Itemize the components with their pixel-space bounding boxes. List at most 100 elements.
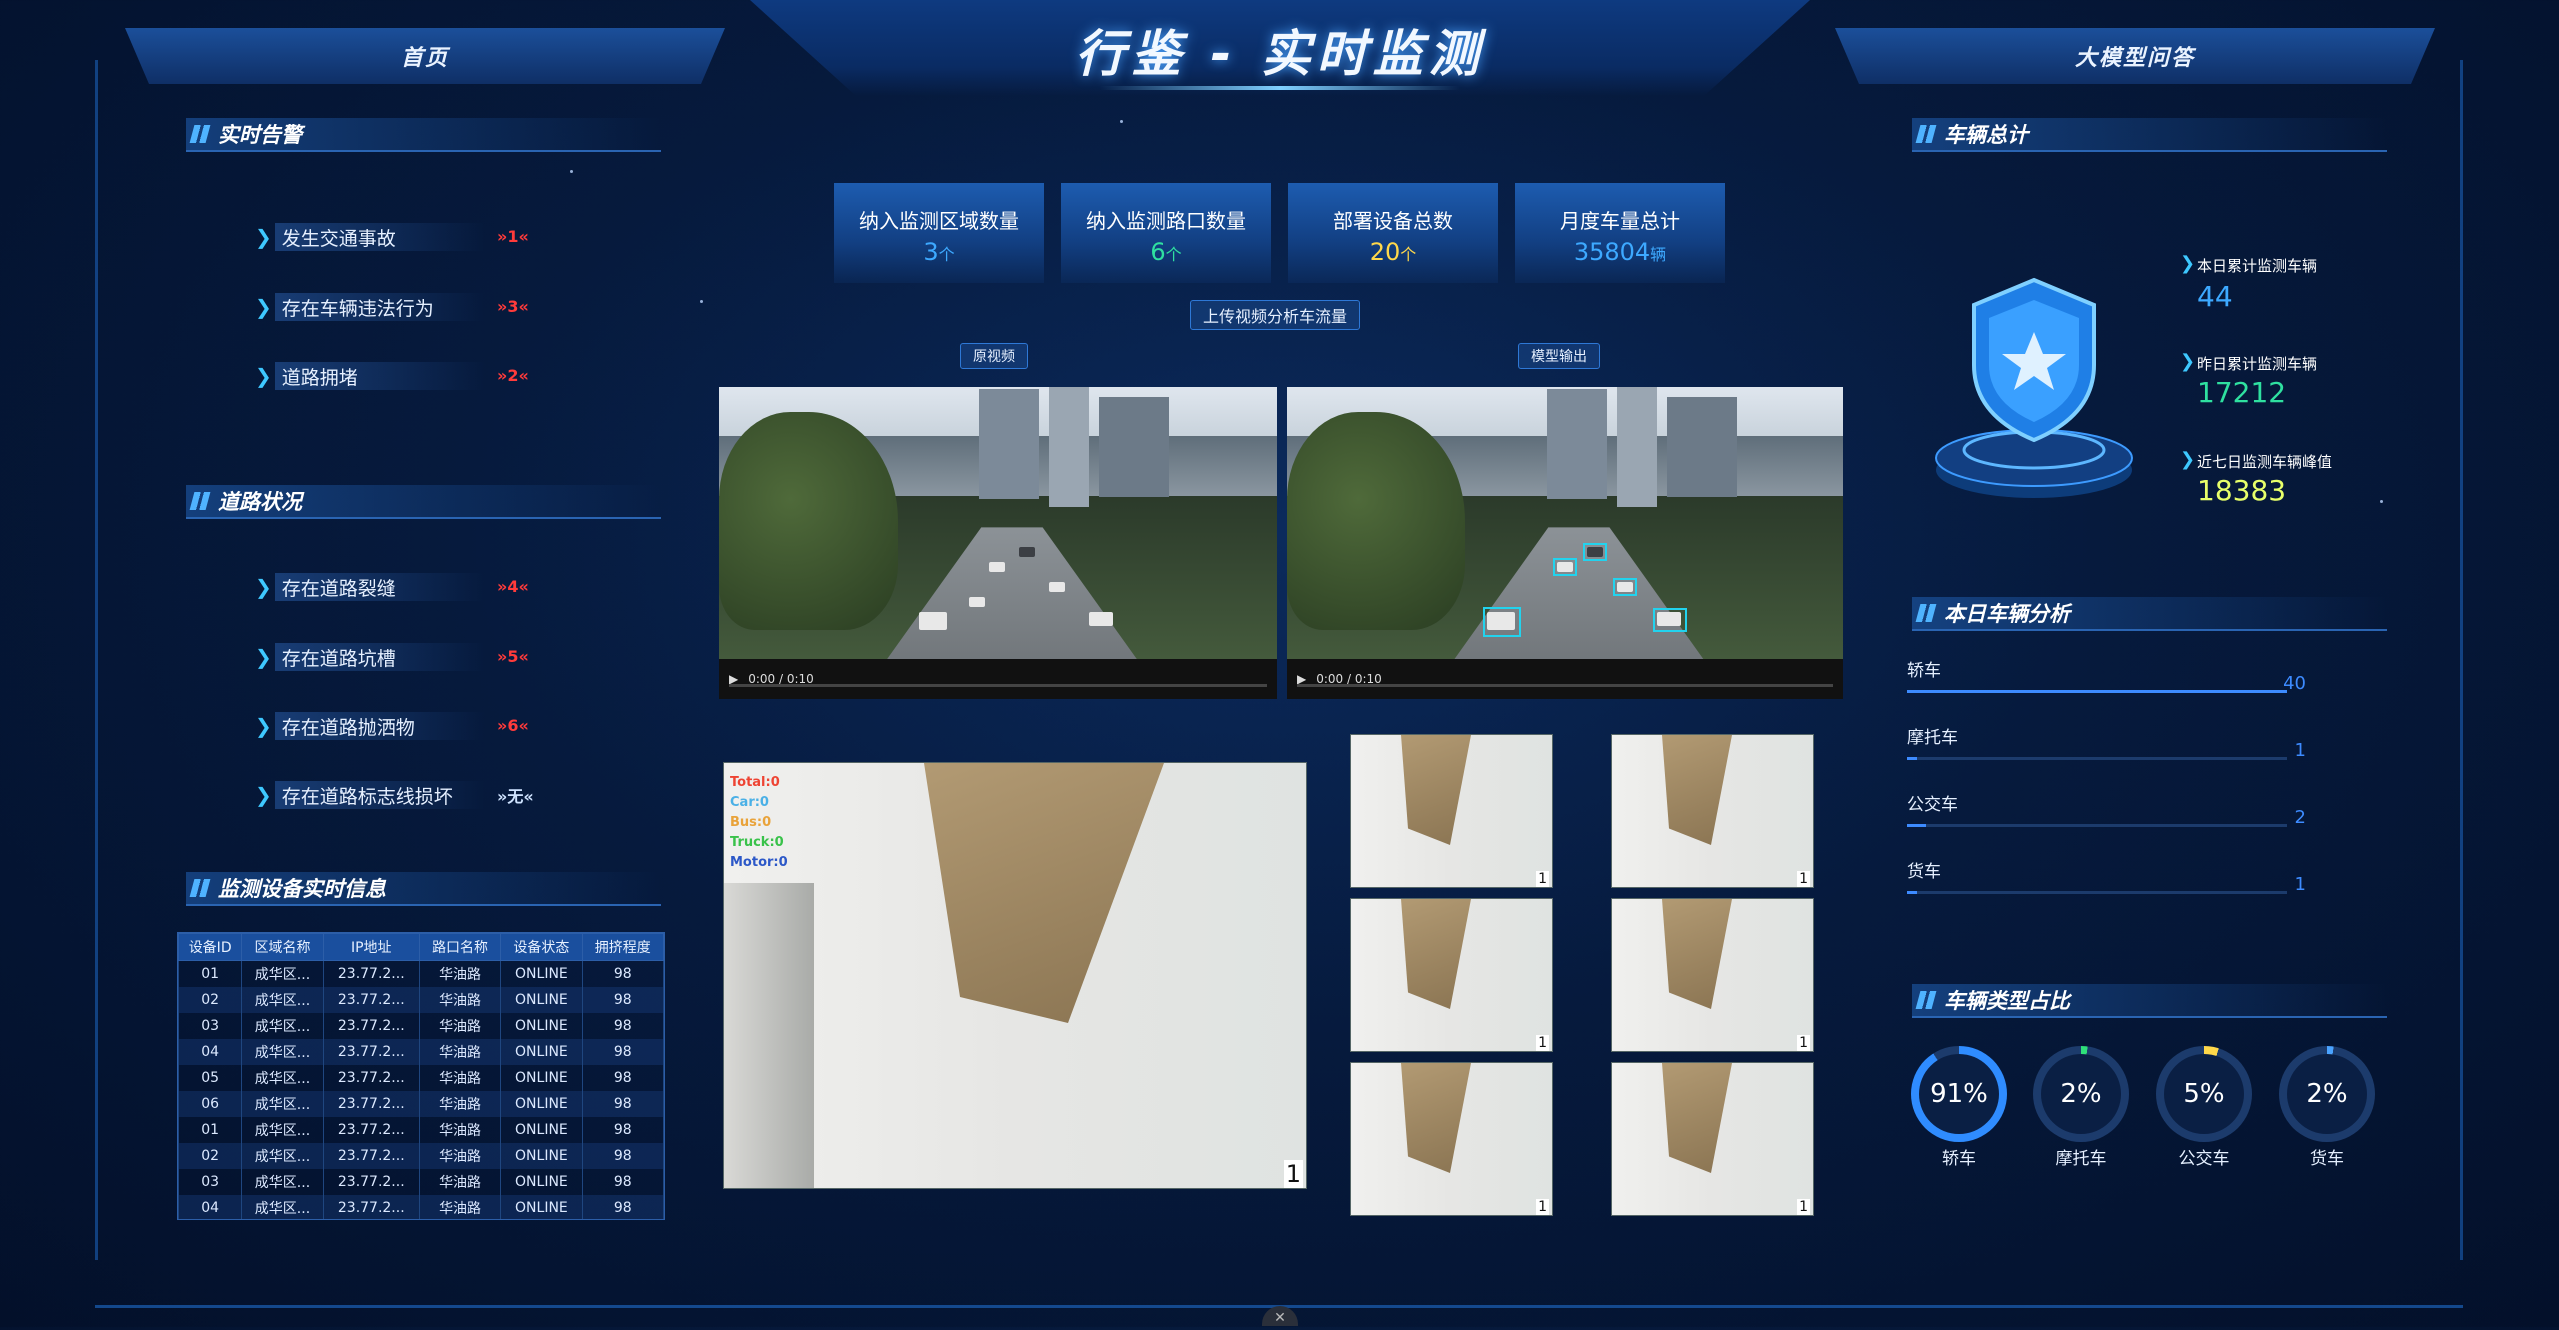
table-row[interactable]: 04 成华区... 23.77.2... 华油路 ONLINE 98 (178, 1195, 664, 1219)
model-output-video-player[interactable]: ▶ 0:00 / 0:10 (1287, 387, 1843, 699)
table-cell: 23.77.2... (322, 1065, 420, 1091)
video-controls[interactable]: ▶ 0:00 / 0:10 (1287, 659, 1843, 699)
table-cell: 04 (178, 1195, 243, 1219)
vehicle-bar-track (1907, 824, 2287, 827)
chevron-right-icon: ❯ (255, 575, 272, 599)
table-cell: 23.77.2... (322, 1143, 420, 1169)
main-camera-feed[interactable]: Total:0 Car:0 Bus:0 Truck:0 Motor:0 1 (723, 762, 1307, 1189)
table-row[interactable]: 04 成华区... 23.77.2... 华油路 ONLINE 98 (178, 1039, 664, 1065)
camera-feed[interactable]: 1 (1611, 734, 1814, 888)
table-cell: 23.77.2... (322, 1195, 420, 1219)
camera-feed[interactable]: 1 (1611, 898, 1814, 1052)
device-table-container[interactable]: 设备ID 区域名称 IP地址 路口名称 设备状态 拥挤程度 01 成华区... 23.77.2… (177, 932, 665, 1220)
home-tab-label: 首页 (400, 46, 449, 71)
close-icon[interactable]: ✕ (1262, 1306, 1298, 1326)
table-cell: ONLINE (500, 960, 583, 987)
share-label: 货车 (2310, 1149, 2344, 1169)
upload-video-button[interactable]: 上传视频分析车流量 (1190, 300, 1361, 330)
camera-feed[interactable]: 1 (1350, 1062, 1553, 1216)
stat-value: 3个 (923, 238, 955, 266)
stat-value: 6个 (1150, 238, 1182, 266)
camera-feed[interactable]: 1 (1350, 898, 1553, 1052)
llm-qa-tab-label: 大模型问答 (2074, 46, 2195, 71)
table-cell: 华油路 (418, 1169, 502, 1195)
kpi-label: 昨日累计监测车辆 (2197, 355, 2318, 373)
table-cell: 成华区... (241, 987, 324, 1013)
table-row[interactable]: 01 成华区... 23.77.2... 华油路 ONLINE 98 (178, 960, 664, 987)
table-cell: 成华区... (241, 1195, 324, 1219)
frame-right-line (2460, 60, 2463, 1260)
video-controls[interactable]: ▶ 0:00 / 0:10 (719, 659, 1277, 699)
original-video-label: 原视频 (960, 343, 1028, 369)
vehicle-share-title: 车辆类型占比 (1944, 989, 2070, 1013)
table-cell: 成华区... (241, 960, 324, 987)
chevron-right-icon: ❯ (255, 783, 272, 807)
camera-feed[interactable]: 1 (1611, 1062, 1814, 1216)
vehicle-bar-track (1907, 757, 2287, 760)
table-cell: 98 (581, 1065, 664, 1091)
table-cell: 23.77.2... (322, 1117, 420, 1143)
table-row[interactable]: 02 成华区... 23.77.2... 华油路 ONLINE 98 (178, 987, 664, 1013)
camera-number: 1 (1536, 1199, 1549, 1215)
road-item-label: 存在道路裂缝 (281, 577, 396, 600)
stat-label: 部署设备总数 (1333, 209, 1453, 233)
table-cell: 03 (178, 1169, 243, 1195)
alert-count: »3« (497, 297, 529, 316)
table-cell: 华油路 (418, 987, 502, 1013)
vehicle-count: 40 (2283, 673, 2306, 694)
video-progress-bar[interactable] (729, 684, 1267, 687)
alert-label: 道路拥堵 (281, 366, 358, 389)
vehicle-bar-track (1907, 891, 2287, 894)
llm-qa-tab[interactable]: 大模型问答 (1835, 28, 2435, 84)
home-tab[interactable]: 首页 (125, 28, 725, 84)
chevron-right-icon: ❯ (255, 645, 272, 669)
vehicle-type-label: 轿车 (1907, 661, 1941, 681)
vehicle-type-label: 货车 (1907, 862, 1941, 882)
original-video-player[interactable]: ▶ 0:00 / 0:10 (719, 387, 1277, 699)
table-cell: ONLINE (500, 1039, 583, 1065)
road-item-label: 存在道路抛洒物 (281, 716, 415, 739)
table-cell: 华油路 (418, 1039, 502, 1065)
share-percent: 5% (2164, 1054, 2244, 1134)
stat-card-monthly-vehicles: 月度车量总计 35804辆 (1515, 183, 1725, 283)
road-item-count: »4« (497, 577, 529, 596)
table-cell: 23.77.2... (322, 960, 420, 987)
vehicle-share-ring: 5% (2156, 1046, 2252, 1142)
chevron-right-icon: ❯ (2180, 253, 2196, 274)
share-label: 摩托车 (2055, 1149, 2107, 1169)
section-marker-icon (189, 492, 211, 510)
table-column-header: 区域名称 (241, 933, 324, 961)
vehicle-count: 1 (2294, 740, 2306, 761)
kpi-label: 近七日监测车辆峰值 (2197, 453, 2333, 471)
table-cell: 华油路 (418, 1143, 502, 1169)
vehicle-bar-fill (1907, 757, 1917, 760)
camera-number: 1 (1536, 871, 1549, 887)
camera-number: 1 (1797, 871, 1810, 887)
table-row[interactable]: 01 成华区... 23.77.2... 华油路 ONLINE 98 (178, 1117, 664, 1143)
table-row[interactable]: 03 成华区... 23.77.2... 华油路 ONLINE 98 (178, 1169, 664, 1195)
page-title: 行鉴 - 实时监测 (1075, 25, 1485, 83)
table-row[interactable]: 03 成华区... 23.77.2... 华油路 ONLINE 98 (178, 1013, 664, 1039)
table-cell: 01 (178, 960, 243, 987)
alert-label: 发生交通事故 (281, 227, 396, 250)
table-row[interactable]: 06 成华区... 23.77.2... 华油路 ONLINE 98 (178, 1091, 664, 1117)
table-cell: ONLINE (500, 1195, 583, 1219)
vehicle-total-section-header: 车辆总计 (1912, 118, 2387, 152)
camera-number: 1 (1797, 1035, 1810, 1051)
camera-feed[interactable]: 1 (1350, 734, 1553, 888)
table-cell: 成华区... (241, 1065, 324, 1091)
vehicle-share-section-header: 车辆类型占比 (1912, 984, 2387, 1018)
table-row[interactable]: 02 成华区... 23.77.2... 华油路 ONLINE 98 (178, 1143, 664, 1169)
kpi-value: 17212 (2197, 376, 2287, 409)
vehicle-total-title: 车辆总计 (1944, 123, 2028, 147)
device-table: 设备ID 区域名称 IP地址 路口名称 设备状态 拥挤程度 01 成华区... 23.77.2… (178, 933, 664, 1219)
stat-label: 月度车量总计 (1560, 209, 1680, 233)
chevron-right-icon: ❯ (255, 225, 272, 249)
table-cell: 98 (581, 1169, 664, 1195)
video-progress-bar[interactable] (1297, 684, 1833, 687)
table-cell: 01 (178, 1117, 243, 1143)
table-cell: 成华区... (241, 1169, 324, 1195)
table-row[interactable]: 05 成华区... 23.77.2... 华油路 ONLINE 98 (178, 1065, 664, 1091)
share-label: 公交车 (2178, 1149, 2230, 1169)
table-cell: 23.77.2... (322, 1091, 420, 1117)
